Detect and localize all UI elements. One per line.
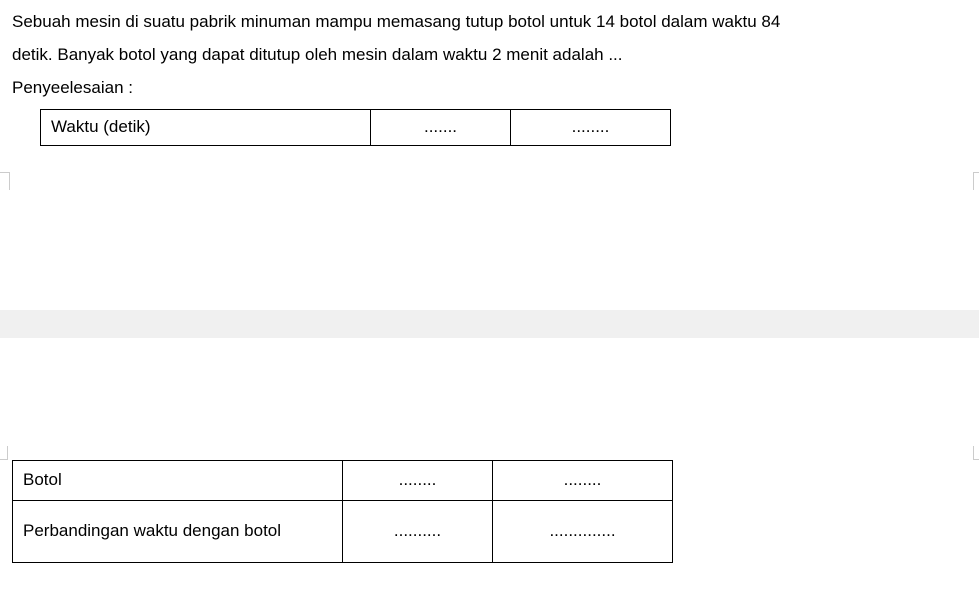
table-waktu: Waktu (detik) ....... ........ <box>40 109 671 146</box>
cell-waktu-label: Waktu (detik) <box>41 109 371 145</box>
cell-waktu-c2: ....... <box>371 109 511 145</box>
page-edge-mark <box>973 172 979 190</box>
cell-botol-c3: ........ <box>493 461 673 501</box>
page-edge-mark <box>973 446 979 460</box>
page-edge-mark <box>0 172 10 190</box>
cell-perbandingan-c3: .............. <box>493 500 673 562</box>
cell-botol-c2: ........ <box>343 461 493 501</box>
cell-waktu-c3: ........ <box>511 109 671 145</box>
page-edge-mark <box>0 446 8 460</box>
table-botol: Botol ........ ........ Perbandingan wak… <box>12 460 673 563</box>
table-row: Botol ........ ........ <box>13 461 673 501</box>
cell-perbandingan-c2: .......... <box>343 500 493 562</box>
solution-label: Penyeelesaian : <box>12 74 967 103</box>
cell-perbandingan-label: Perbandingan waktu dengan botol <box>13 500 343 562</box>
problem-line-2: detik. Banyak botol yang dapat ditutup o… <box>12 41 967 70</box>
table-row: Waktu (detik) ....... ........ <box>41 109 671 145</box>
problem-line-1: Sebuah mesin di suatu pabrik minuman mam… <box>12 8 967 37</box>
page-break-gap <box>0 310 979 338</box>
cell-botol-label: Botol <box>13 461 343 501</box>
table-row: Perbandingan waktu dengan botol ........… <box>13 500 673 562</box>
